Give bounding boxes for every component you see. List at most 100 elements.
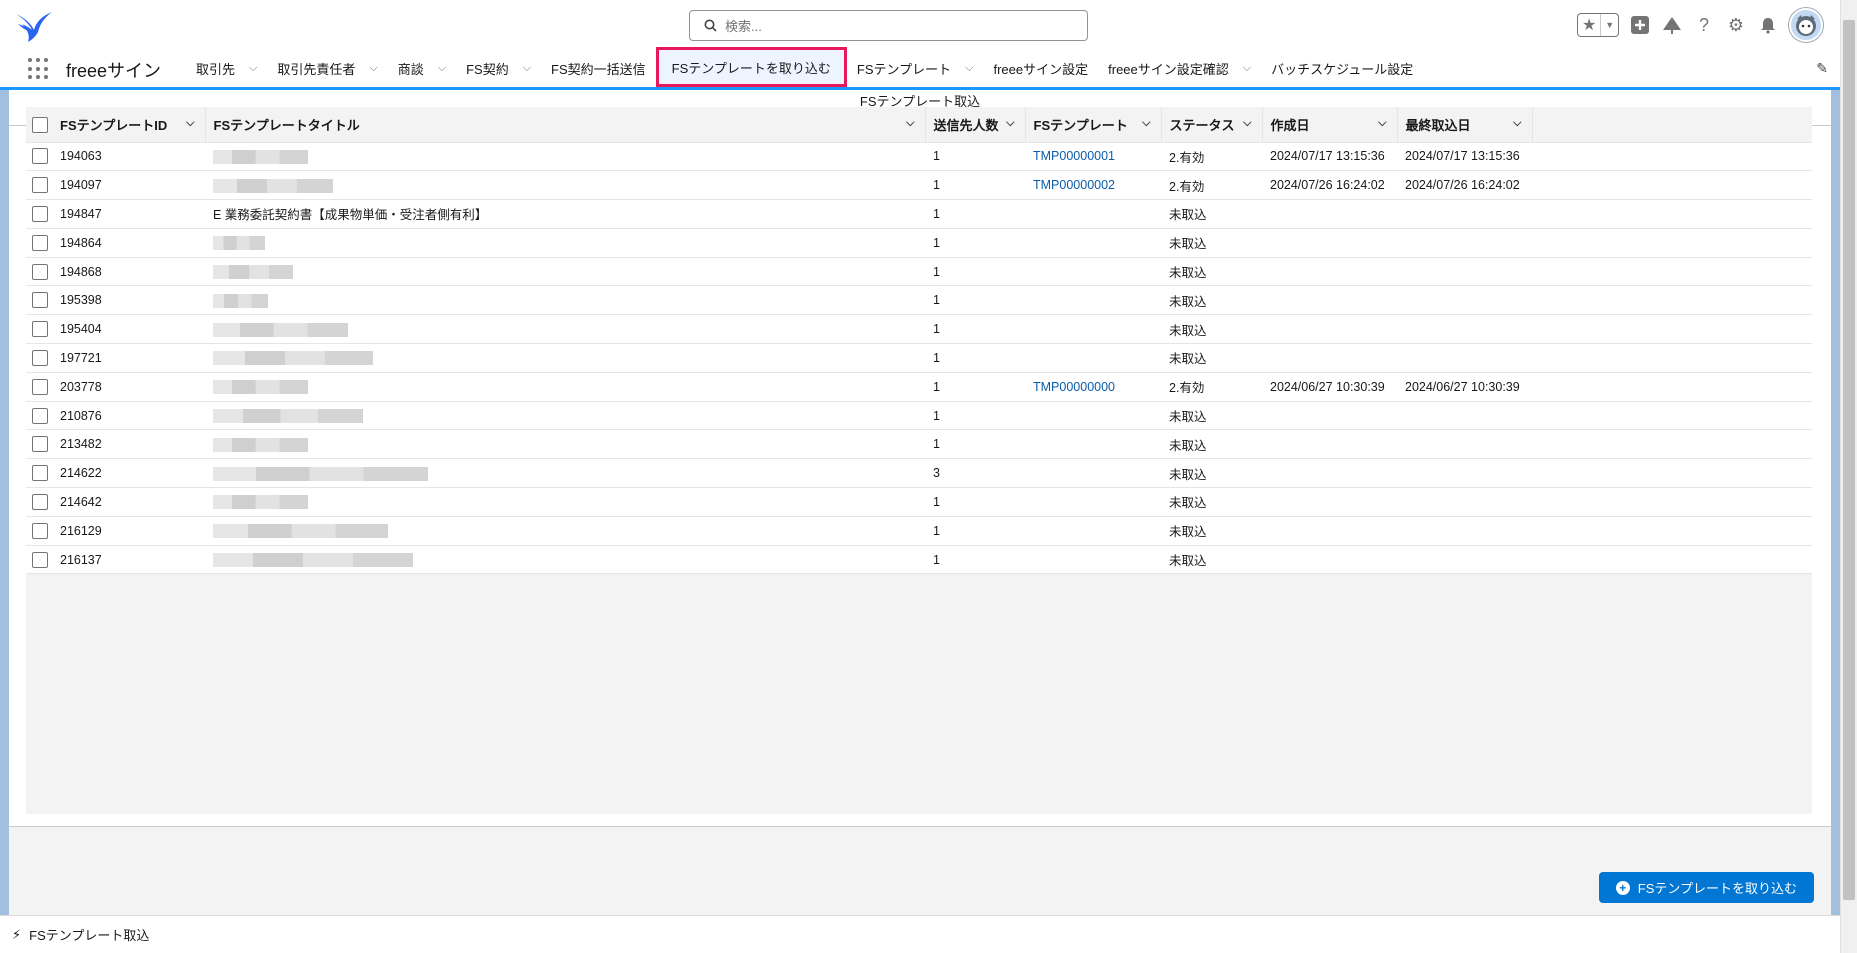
- star-icon[interactable]: ★: [1578, 14, 1602, 36]
- cell-template: [1025, 516, 1161, 546]
- table-row[interactable]: 214622 3 未取込: [26, 458, 1812, 489]
- table-row[interactable]: 216129 1 未取込: [26, 516, 1812, 546]
- nav-tab-4[interactable]: FS契約一括送信: [541, 50, 656, 87]
- row-checkbox[interactable]: [32, 205, 48, 222]
- chevron-down-icon[interactable]: ⌵: [1006, 117, 1014, 130]
- cell-recipients: 1: [925, 487, 1025, 517]
- row-checkbox[interactable]: [32, 465, 48, 482]
- row-checkbox[interactable]: [32, 148, 48, 165]
- chevron-down-icon[interactable]: ⌵: [1243, 117, 1251, 130]
- row-checkbox[interactable]: [32, 551, 48, 568]
- import-template-button[interactable]: + FSテンプレートを取り込む: [1598, 872, 1814, 903]
- chevron-down-icon[interactable]: ▼: [1601, 14, 1618, 36]
- edit-nav-pencil-icon[interactable]: ✎: [1816, 60, 1828, 77]
- cell-title: [205, 314, 925, 345]
- page-scrollbar[interactable]: [1840, 0, 1857, 953]
- row-select-cell: [26, 285, 52, 316]
- favorites-group[interactable]: ★ ▼: [1577, 13, 1619, 37]
- chevron-down-icon[interactable]: ⌵: [1243, 62, 1251, 75]
- chevron-down-icon[interactable]: ⌵: [523, 62, 531, 75]
- cell-id: 216137: [52, 545, 205, 575]
- row-checkbox[interactable]: [32, 263, 48, 280]
- table-row[interactable]: 216137 1 未取込: [26, 545, 1812, 575]
- row-checkbox[interactable]: [32, 378, 48, 395]
- nav-tab-0[interactable]: 取引先 ⌵: [186, 50, 267, 87]
- scrollbar-thumb[interactable]: [1843, 20, 1855, 900]
- lightning-icon[interactable]: ⚡: [12, 927, 21, 943]
- table-row[interactable]: 195398 1 未取込: [26, 285, 1812, 316]
- column-header-title[interactable]: FSテンプレートタイトル ⌵: [205, 107, 926, 143]
- column-header-recipients[interactable]: 送信先人数 ⌵: [925, 107, 1026, 143]
- table-row[interactable]: 213482 1 未取込: [26, 429, 1812, 460]
- table-row[interactable]: 210876 1 未取込: [26, 401, 1812, 431]
- trailhead-icon[interactable]: [1661, 14, 1683, 36]
- page-background-left: [0, 90, 9, 915]
- freee-logo-icon[interactable]: [14, 8, 54, 42]
- cell-status: 未取込: [1161, 429, 1262, 460]
- row-checkbox[interactable]: [32, 177, 48, 194]
- row-select-cell: [26, 458, 52, 489]
- template-link[interactable]: TMP00000000: [1033, 380, 1115, 394]
- cell-status: 未取込: [1161, 487, 1262, 517]
- row-checkbox[interactable]: [32, 493, 48, 510]
- nav-tab-7[interactable]: freeeサイン設定: [983, 50, 1098, 87]
- row-checkbox[interactable]: [32, 407, 48, 424]
- nav-tab-3[interactable]: FS契約 ⌵: [456, 50, 541, 87]
- help-icon[interactable]: ?: [1693, 14, 1715, 36]
- select-all-checkbox[interactable]: [32, 116, 48, 133]
- chevron-down-icon[interactable]: ⌵: [1378, 117, 1386, 130]
- template-link[interactable]: TMP00000002: [1033, 178, 1115, 192]
- table-row[interactable]: 194097 1 TMP00000002 2.有効 2024/07/26 16:24:0…: [26, 170, 1812, 201]
- chevron-down-icon[interactable]: ⌵: [906, 117, 914, 130]
- utility-bar-label[interactable]: FSテンプレート取込: [29, 925, 149, 944]
- table-row[interactable]: 195404 1 未取込: [26, 314, 1812, 345]
- chevron-down-icon[interactable]: ⌵: [438, 62, 446, 75]
- app-launcher-icon[interactable]: [28, 58, 50, 80]
- nav-tab-8[interactable]: freeeサイン設定確認 ⌵: [1098, 50, 1261, 87]
- table-row[interactable]: 214642 1 未取込: [26, 487, 1812, 517]
- chevron-down-icon[interactable]: ⌵: [249, 62, 257, 75]
- row-checkbox[interactable]: [32, 292, 48, 309]
- global-search-input[interactable]: 検索...: [689, 10, 1088, 41]
- chevron-down-icon[interactable]: ⌵: [965, 62, 973, 75]
- nav-tab-9[interactable]: バッチスケジュール設定: [1261, 50, 1423, 87]
- cell-text: 未取込: [1169, 237, 1207, 252]
- row-checkbox[interactable]: [32, 522, 48, 539]
- column-header-created[interactable]: 作成日 ⌵: [1262, 107, 1398, 143]
- table-row[interactable]: 194847 E 業務委託契約書【成果物単価・受注者側有利】 1 未取込: [26, 199, 1812, 229]
- nav-tab-6[interactable]: FSテンプレート ⌵: [847, 50, 984, 87]
- cell-title: [205, 372, 925, 402]
- table-row[interactable]: 194864 1 未取込: [26, 228, 1812, 258]
- cell-template: [1025, 429, 1161, 460]
- row-checkbox[interactable]: [32, 436, 48, 453]
- table-row[interactable]: 194063 1 TMP00000001 2.有効 2024/07/17 13:15:3…: [26, 142, 1812, 172]
- table-row[interactable]: 197721 1 未取込: [26, 343, 1812, 373]
- chevron-down-icon[interactable]: ⌵: [369, 62, 377, 75]
- column-header-template[interactable]: FSテンプレート ⌵: [1025, 107, 1162, 143]
- global-actions-plus-icon[interactable]: [1629, 14, 1651, 36]
- column-header-imported[interactable]: 最終取込日 ⌵: [1397, 107, 1533, 143]
- nav-tab-2[interactable]: 商談 ⌵: [388, 50, 456, 87]
- nav-tab-5[interactable]: FSテンプレートを取り込む: [655, 47, 847, 87]
- chevron-down-icon[interactable]: ⌵: [1513, 117, 1521, 130]
- cell-status: 未取込: [1161, 545, 1262, 575]
- row-spacer-cell: [1532, 343, 1812, 373]
- column-header-id[interactable]: FSテンプレートID ⌵: [52, 107, 206, 143]
- cell-text: 203778: [60, 379, 102, 394]
- row-checkbox[interactable]: [32, 321, 48, 338]
- gear-icon[interactable]: ⚙: [1725, 14, 1747, 36]
- row-checkbox[interactable]: [32, 234, 48, 251]
- column-header-status[interactable]: ステータス ⌵: [1161, 107, 1263, 143]
- user-avatar[interactable]: [1789, 8, 1823, 42]
- chevron-down-icon[interactable]: ⌵: [186, 117, 194, 130]
- table-row[interactable]: 203778 1 TMP00000000 2.有効 2024/06/27 10:30:3…: [26, 372, 1812, 402]
- template-link[interactable]: TMP00000001: [1033, 149, 1115, 163]
- cell-imported: [1397, 401, 1532, 431]
- row-checkbox[interactable]: [32, 349, 48, 366]
- cell-created: [1262, 228, 1397, 258]
- table-row[interactable]: 194868 1 未取込: [26, 257, 1812, 287]
- chevron-down-icon[interactable]: ⌵: [1142, 117, 1150, 130]
- bell-icon[interactable]: [1757, 14, 1779, 36]
- cell-text: 194097: [60, 178, 102, 193]
- nav-tab-1[interactable]: 取引先責任者 ⌵: [267, 50, 387, 87]
